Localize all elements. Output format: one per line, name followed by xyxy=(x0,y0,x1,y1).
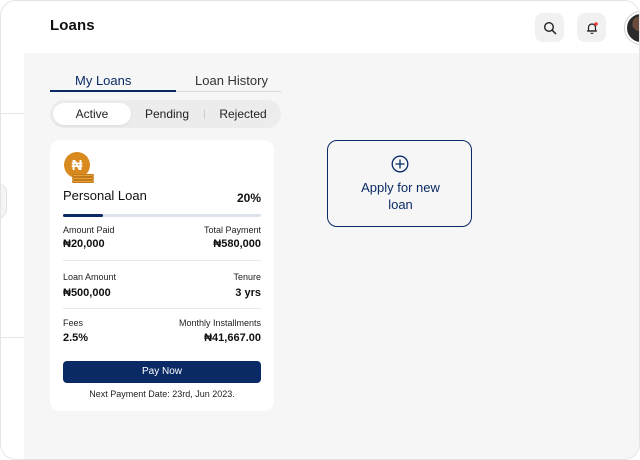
active-tab-indicator xyxy=(50,90,176,92)
sidebar-collapse-handle[interactable] xyxy=(1,183,7,219)
filter-rejected[interactable]: Rejected xyxy=(208,103,278,125)
loan-card: ₦ Personal Loan 20% Amount Paid Total Pa… xyxy=(50,140,274,411)
apply-new-loan-label: Apply for new loan xyxy=(328,179,473,213)
apply-label-line1: Apply for new xyxy=(361,180,440,195)
total-payment-value: ₦580,000 xyxy=(213,238,261,250)
pay-now-button[interactable]: Pay Now xyxy=(63,361,261,383)
notification-dot xyxy=(593,21,598,26)
sidebar-divider xyxy=(1,337,24,338)
loan-progress-percent: 20% xyxy=(236,191,261,205)
loan-progress-bar xyxy=(63,214,261,217)
monthly-installments-value: ₦41,667.00 xyxy=(204,332,261,344)
tenure-value: 3 yrs xyxy=(235,287,261,299)
next-payment-date: Next Payment Date: 23rd, Jun 2023. xyxy=(89,389,235,399)
card-divider xyxy=(63,308,261,309)
card-divider xyxy=(63,260,261,261)
fees-label: Fees xyxy=(63,318,84,328)
status-filter: Active Pending Rejected xyxy=(50,100,281,128)
fees-value: 2.5% xyxy=(63,332,89,344)
loan-amount-label: Loan Amount xyxy=(63,272,117,282)
bell-icon xyxy=(586,21,598,34)
avatar[interactable] xyxy=(625,12,639,44)
apply-new-loan-button[interactable]: Apply for new loan xyxy=(327,140,472,227)
filter-divider xyxy=(204,109,205,119)
notifications-button[interactable] xyxy=(577,13,606,42)
loan-progress-fill xyxy=(63,214,103,217)
monthly-installments-label: Monthly Installments xyxy=(178,318,261,328)
coin-stack-icon xyxy=(72,174,94,185)
tab-loan-history[interactable]: Loan History xyxy=(195,73,268,88)
app-window: Loans My Loans Loan History Active Pendi… xyxy=(0,0,640,460)
plus-circle-icon xyxy=(391,155,409,173)
tab-my-loans[interactable]: My Loans xyxy=(75,73,131,88)
page-title: Loans xyxy=(50,17,95,34)
sidebar-divider xyxy=(1,113,24,114)
apply-label-line2: loan xyxy=(388,197,413,212)
filter-pending[interactable]: Pending xyxy=(134,103,200,125)
top-header: Loans xyxy=(1,1,639,53)
amount-paid-label: Amount Paid xyxy=(63,225,115,235)
search-icon xyxy=(543,21,556,34)
amount-paid-value: ₦20,000 xyxy=(63,238,105,250)
search-button[interactable] xyxy=(535,13,564,42)
tenure-label: Tenure xyxy=(233,272,261,282)
sidebar xyxy=(1,53,24,459)
loan-tabs: My Loans Loan History xyxy=(50,71,281,92)
total-payment-label: Total Payment xyxy=(203,225,261,235)
filter-active[interactable]: Active xyxy=(53,103,131,125)
loan-amount-value: ₦500,000 xyxy=(63,287,111,299)
loan-name: Personal Loan xyxy=(63,188,147,203)
